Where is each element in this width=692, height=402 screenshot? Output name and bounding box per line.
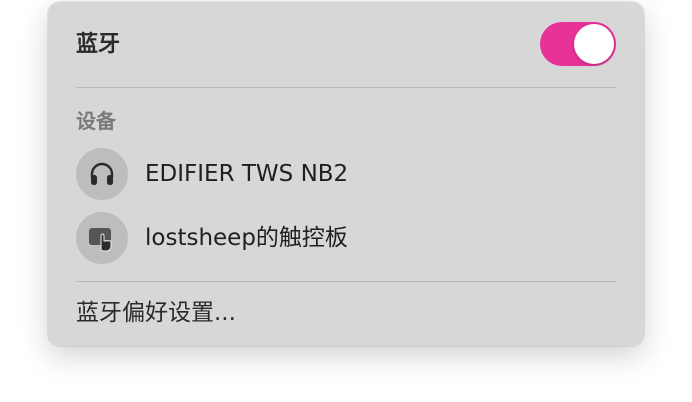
device-icon-circle	[76, 212, 128, 264]
divider-top	[76, 87, 616, 88]
device-item-edifier[interactable]: EDIFIER TWS NB2	[76, 148, 616, 200]
bluetooth-toggle[interactable]	[540, 22, 616, 66]
bluetooth-title: 蓝牙	[76, 32, 121, 57]
trackpad-icon	[89, 228, 112, 252]
toggle-knob	[574, 24, 614, 64]
bluetooth-menu-panel: 蓝牙 设备 EDIFIER TWS NB2 lostsheep的触控板 蓝牙偏好…	[48, 2, 644, 346]
headphones-icon	[90, 162, 114, 185]
device-icon-circle	[76, 148, 128, 200]
device-item-trackpad[interactable]: lostsheep的触控板	[76, 212, 616, 264]
device-label: lostsheep的触控板	[145, 225, 348, 251]
devices-section-label: 设备	[76, 109, 116, 133]
screen: 蓝牙 设备 EDIFIER TWS NB2 lostsheep的触控板 蓝牙偏好…	[0, 0, 692, 402]
bluetooth-header: 蓝牙	[48, 22, 644, 68]
divider-bottom	[76, 281, 616, 282]
bluetooth-preferences-link[interactable]: 蓝牙偏好设置...	[76, 298, 236, 328]
device-label: EDIFIER TWS NB2	[145, 161, 349, 187]
